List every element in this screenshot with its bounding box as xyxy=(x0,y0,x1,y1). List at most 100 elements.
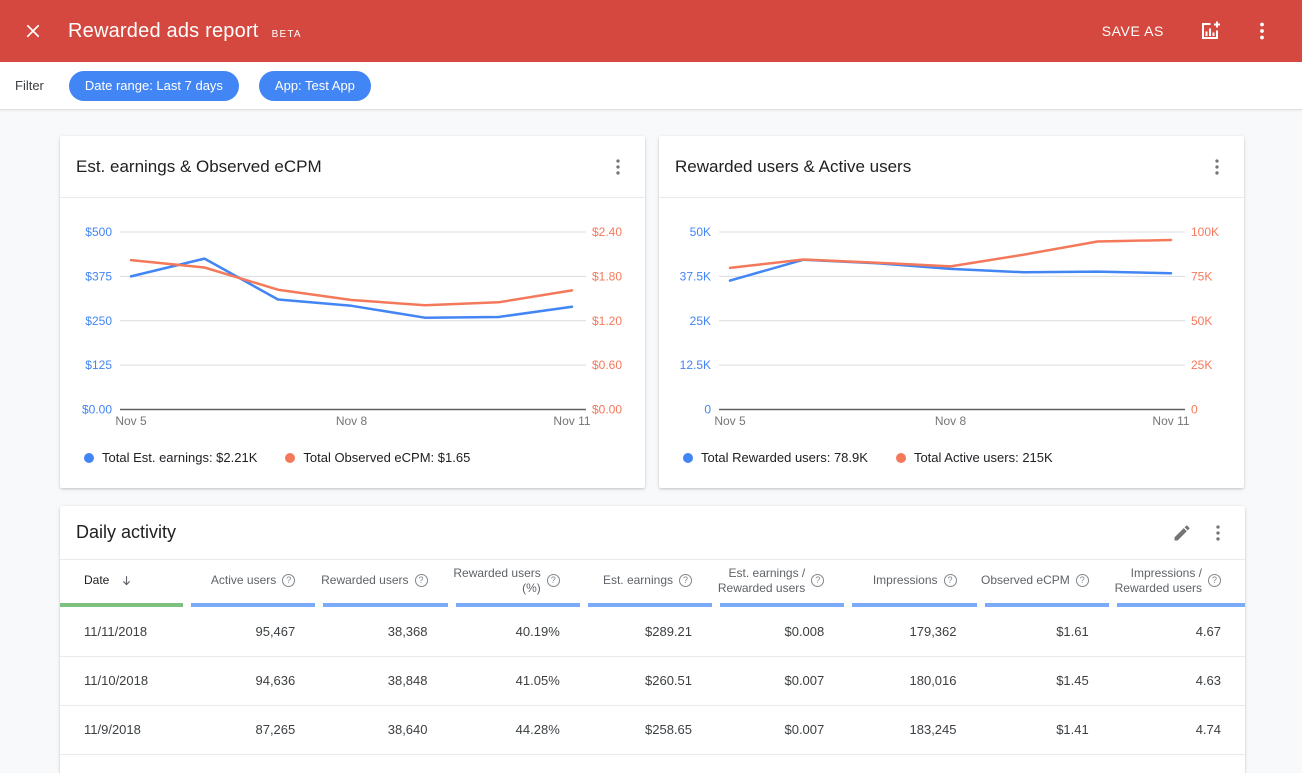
filter-chip-0[interactable]: Date range: Last 7 days xyxy=(69,71,239,101)
filter-bar: Filter Date range: Last 7 daysApp: Test … xyxy=(0,62,1302,110)
svg-text:Nov 8: Nov 8 xyxy=(336,414,368,428)
svg-text:$250: $250 xyxy=(85,314,112,328)
help-icon[interactable]: ? xyxy=(1076,574,1089,587)
chart-legend: Total Est. earnings: $2.21K Total Observe… xyxy=(60,440,645,465)
legend-dot-icon xyxy=(84,453,94,463)
line-chart-rewarded-active-users: 50K100K37.5K75K25K50K12.5K25K00Nov 5Nov … xyxy=(659,198,1243,440)
chart-menu-icon[interactable] xyxy=(1204,154,1230,180)
daily-activity-table: DateActive users?Rewarded users?Rewarded… xyxy=(60,560,1245,755)
svg-text:Nov 5: Nov 5 xyxy=(115,414,147,428)
chart-card-est-earnings-ecpm: Est. earnings & Observed eCPM $500 $2.40 $… xyxy=(60,136,645,488)
svg-text:Nov 11: Nov 11 xyxy=(1152,414,1189,428)
date-cell: 11/10/2018 xyxy=(60,656,187,705)
column-header-date[interactable]: Date xyxy=(60,560,187,607)
help-icon[interactable]: ? xyxy=(415,574,428,587)
chart-card-rewarded-active-users: Rewarded users & Active users 50K100K37.… xyxy=(659,136,1244,488)
help-icon[interactable]: ? xyxy=(547,574,560,587)
value-cell: 183,245 xyxy=(848,705,980,754)
table-title: Daily activity xyxy=(76,522,1159,543)
edit-icon[interactable] xyxy=(1169,520,1195,546)
legend-item-1[interactable]: Total Active users: 215K xyxy=(896,450,1053,465)
column-label: Impressions / Rewarded users xyxy=(1113,566,1202,595)
column-header-observed-ecpm[interactable]: Observed eCPM? xyxy=(981,560,1113,607)
save-as-button[interactable]: SAVE AS xyxy=(1102,23,1164,39)
column-label: Active users xyxy=(211,573,276,587)
app-header: Rewarded ads report BETA SAVE AS xyxy=(0,0,1302,62)
column-underline xyxy=(720,603,844,607)
legend-item-0[interactable]: Total Est. earnings: $2.21K xyxy=(84,450,257,465)
value-cell: $258.65 xyxy=(584,705,716,754)
value-cell: 87,265 xyxy=(187,705,319,754)
svg-text:Nov 11: Nov 11 xyxy=(553,414,590,428)
sort-descending-icon xyxy=(119,573,134,588)
filter-chips: Date range: Last 7 days App: Test App xyxy=(69,71,391,101)
legend-item-1[interactable]: Total Observed eCPM: $1.65 xyxy=(285,450,470,465)
svg-text:100K: 100K xyxy=(1191,225,1219,239)
svg-text:0: 0 xyxy=(704,403,711,417)
column-label: Date xyxy=(84,573,109,587)
svg-text:50K: 50K xyxy=(690,225,711,239)
value-cell: 44.28% xyxy=(452,705,584,754)
chart-menu-icon[interactable] xyxy=(605,154,631,180)
rewarded-ads-report-page: Rewarded ads report BETA SAVE AS Filter … xyxy=(0,0,1302,773)
help-icon[interactable]: ? xyxy=(811,574,824,587)
legend-dot-icon xyxy=(896,453,906,463)
column-underline xyxy=(1117,603,1245,607)
daily-activity-card: Daily activity DateActive users?Rewarded… xyxy=(60,506,1245,773)
column-underline xyxy=(852,603,976,607)
legend-item-0[interactable]: Total Rewarded users: 78.9K xyxy=(683,450,868,465)
table-row-0: 11/11/201895,46738,36840.19%$289.21$0.00… xyxy=(60,607,1245,656)
column-label: Rewarded users xyxy=(321,573,408,587)
svg-text:$500: $500 xyxy=(85,225,112,239)
svg-text:25K: 25K xyxy=(690,314,711,328)
svg-text:Nov 8: Nov 8 xyxy=(935,414,967,428)
help-icon[interactable]: ? xyxy=(282,574,295,587)
table-body: 11/11/201895,46738,36840.19%$289.21$0.00… xyxy=(60,607,1245,754)
value-cell: 179,362 xyxy=(848,607,980,656)
column-label: Est. earnings xyxy=(603,573,673,587)
column-label: Rewarded users (%) xyxy=(452,566,541,595)
value-cell: $0.007 xyxy=(716,705,848,754)
column-header-active-users[interactable]: Active users? xyxy=(187,560,319,607)
table-menu-icon[interactable] xyxy=(1205,520,1231,546)
value-cell: 94,636 xyxy=(187,656,319,705)
legend-dot-icon xyxy=(285,453,295,463)
column-underline xyxy=(191,603,315,607)
legend-label: Total Observed eCPM: $1.65 xyxy=(303,450,470,465)
column-underline xyxy=(588,603,712,607)
chart-title: Est. earnings & Observed eCPM xyxy=(76,157,605,177)
legend-label: Total Active users: 215K xyxy=(914,450,1053,465)
filter-chip-1[interactable]: App: Test App xyxy=(259,71,371,101)
svg-text:$0.00: $0.00 xyxy=(592,403,622,417)
column-header-impressions[interactable]: Impressions? xyxy=(848,560,980,607)
svg-text:0: 0 xyxy=(1191,403,1198,417)
column-label: Observed eCPM xyxy=(981,573,1070,587)
column-header-est-earnings-rewarded-users[interactable]: Est. earnings / Rewarded users? xyxy=(716,560,848,607)
help-icon[interactable]: ? xyxy=(679,574,692,587)
column-header-est-earnings[interactable]: Est. earnings? xyxy=(584,560,716,607)
table-row-2: 11/9/201887,26538,64044.28%$258.65$0.007… xyxy=(60,705,1245,754)
value-cell: $260.51 xyxy=(584,656,716,705)
legend-label: Total Est. earnings: $2.21K xyxy=(102,450,257,465)
chart-title: Rewarded users & Active users xyxy=(675,157,1204,177)
column-underline xyxy=(985,603,1109,607)
chart-legend: Total Rewarded users: 78.9K Total Active … xyxy=(659,440,1244,465)
overflow-menu-icon[interactable] xyxy=(1250,19,1274,43)
help-icon[interactable]: ? xyxy=(1208,574,1221,587)
page-title: Rewarded ads report xyxy=(68,20,259,43)
column-underline xyxy=(323,603,447,607)
legend-dot-icon xyxy=(683,453,693,463)
add-chart-icon[interactable] xyxy=(1198,19,1222,43)
help-icon[interactable]: ? xyxy=(944,574,957,587)
column-header-impressions-rewarded-users[interactable]: Impressions / Rewarded users? xyxy=(1113,560,1245,607)
column-header-rewarded-users[interactable]: Rewarded users? xyxy=(319,560,451,607)
close-icon[interactable] xyxy=(24,22,42,40)
column-underline xyxy=(60,603,183,607)
beta-badge: BETA xyxy=(272,29,302,40)
value-cell: 38,848 xyxy=(319,656,451,705)
column-header-rewarded-users[interactable]: Rewarded users (%)? xyxy=(452,560,584,607)
svg-text:$2.40: $2.40 xyxy=(592,225,622,239)
svg-text:$0.60: $0.60 xyxy=(592,358,622,372)
value-cell: $0.007 xyxy=(716,656,848,705)
value-cell: 41.05% xyxy=(452,656,584,705)
